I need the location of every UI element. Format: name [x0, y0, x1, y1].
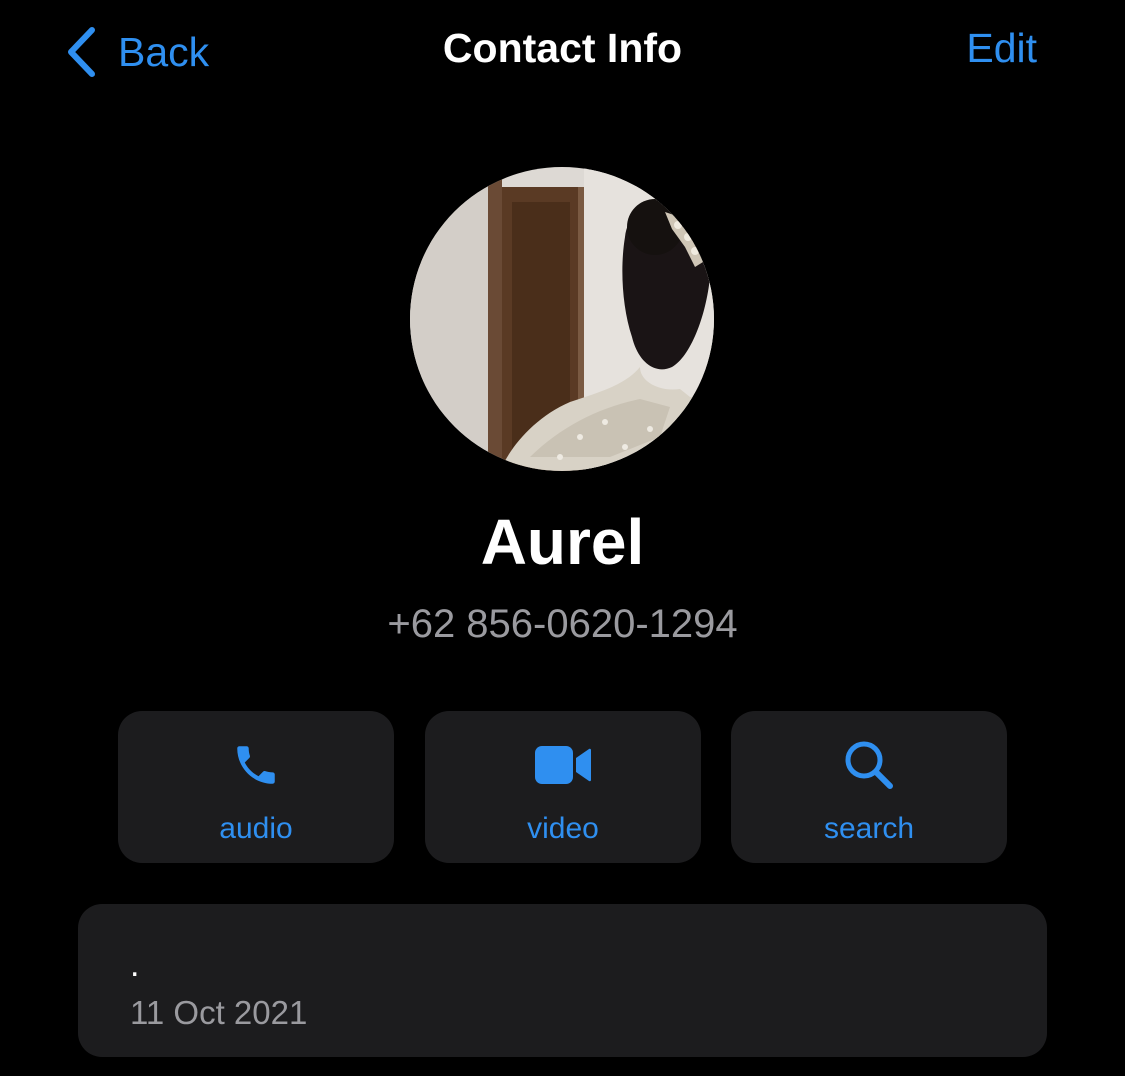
audio-call-button[interactable]: audio [118, 711, 394, 863]
video-camera-icon [533, 737, 593, 793]
contact-name: Aurel [480, 506, 645, 578]
search-button[interactable]: search [731, 711, 1007, 863]
contact-phone[interactable]: +62 856-0620-1294 [0, 604, 1125, 644]
edit-button[interactable]: Edit [966, 28, 1037, 69]
video-label: video [527, 812, 599, 845]
about-card[interactable]: . 11 Oct 2021 [78, 904, 1047, 1057]
phone-icon [226, 737, 286, 793]
search-icon [839, 737, 899, 793]
page-title: Contact Info [442, 25, 683, 71]
about-date: 11 Oct 2021 [130, 994, 308, 1031]
video-call-button[interactable]: video [425, 711, 701, 863]
audio-label: audio [219, 812, 293, 845]
avatar[interactable] [410, 167, 714, 471]
search-label: search [823, 812, 915, 845]
about-text: . [130, 946, 140, 984]
navigation-bar: Back Contact Info Edit [0, 0, 1125, 110]
